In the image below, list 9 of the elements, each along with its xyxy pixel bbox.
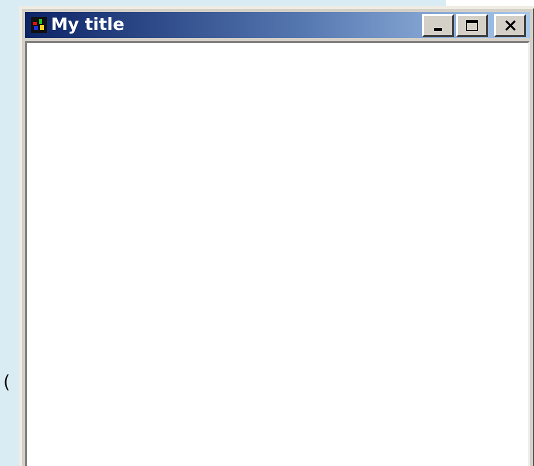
minimize-icon — [434, 28, 442, 30]
app-icon — [31, 17, 47, 33]
close-icon — [504, 20, 516, 30]
minimize-button[interactable] — [422, 14, 454, 36]
window-title: My title — [51, 15, 126, 35]
maximize-icon — [466, 20, 478, 30]
close-button[interactable] — [494, 14, 526, 36]
maximize-button[interactable] — [456, 14, 488, 36]
background-text: ( — [1, 372, 12, 393]
